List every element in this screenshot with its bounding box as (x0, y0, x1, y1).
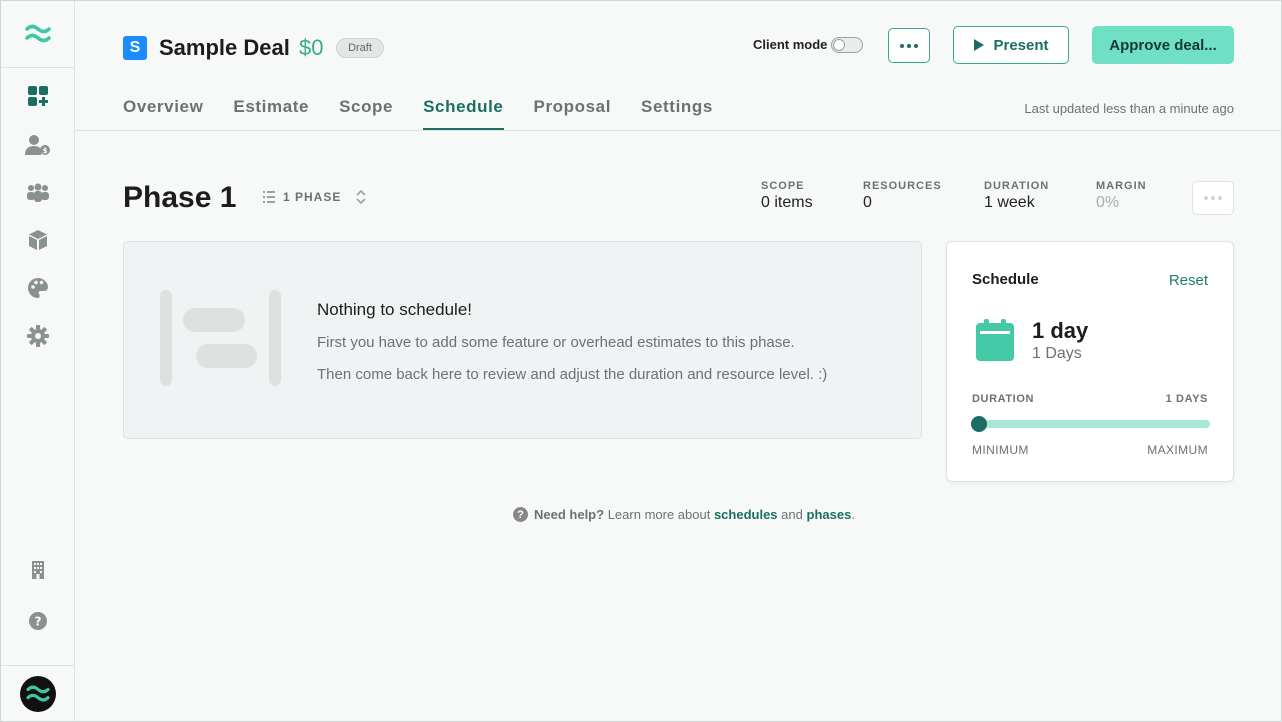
slider-max-label: MAXIMUM (1147, 443, 1208, 457)
stat-margin: MARGIN 0% (1096, 180, 1147, 212)
wave-logo-icon (24, 24, 51, 43)
schedule-title: Schedule (972, 271, 1039, 288)
stat-value: 0 items (761, 194, 813, 211)
wave-logo-icon (25, 685, 50, 701)
client-mode-label: Client mode (753, 37, 828, 52)
stat-duration: DURATION 1 week (984, 180, 1049, 212)
last-updated: Last updated less than a minute ago (1024, 101, 1234, 116)
more-options-button[interactable] (888, 28, 930, 63)
help-circle-icon: ? (513, 507, 528, 522)
stat-label: MARGIN (1096, 180, 1147, 192)
svg-text:?: ? (34, 615, 41, 629)
stat-label: RESOURCES (863, 180, 942, 192)
deal-header: S Sample Deal $0 Draft Client mode Prese… (75, 1, 1281, 131)
tab-schedule[interactable]: Schedule (423, 97, 504, 130)
calendar-icon (976, 319, 1014, 361)
empty-description: Then come back here to review and adjust… (317, 366, 828, 383)
phase-title[interactable]: Phase 1 (123, 181, 236, 215)
phase-count: 1 PHASE (283, 190, 342, 204)
toggle-knob (833, 39, 845, 51)
sidebar: $ ? (1, 1, 75, 721)
empty-schedule-card: Nothing to schedule! First you have to a… (123, 241, 922, 439)
sidebar-item-settings[interactable] (1, 322, 74, 350)
stat-resources: RESOURCES 0 (863, 180, 942, 212)
tab-settings[interactable]: Settings (641, 97, 713, 130)
sidebar-item-team[interactable] (1, 179, 74, 207)
list-icon (263, 191, 275, 203)
approve-deal-button[interactable]: Approve deal... (1092, 26, 1234, 64)
present-button[interactable]: Present (953, 26, 1069, 64)
phases-link[interactable]: phases (807, 507, 852, 522)
empty-description: First you have to add some feature or ov… (317, 334, 795, 351)
tab-proposal[interactable]: Proposal (534, 97, 612, 130)
schedule-value-sub: 1 Days (1032, 345, 1082, 362)
phase-more-button[interactable] (1192, 181, 1234, 215)
sidebar-item-deals[interactable] (1, 82, 74, 110)
duration-label: DURATION (972, 393, 1035, 405)
products-icon (28, 230, 47, 250)
avatar[interactable] (19, 675, 56, 712)
schedules-link[interactable]: schedules (714, 507, 778, 522)
help-footer: ? Need help? Learn more about schedules … (513, 507, 855, 522)
stat-value: 0 (863, 194, 872, 211)
deal-title[interactable]: Sample Deal (159, 35, 290, 61)
stat-scope: SCOPE 0 items (761, 180, 813, 212)
svg-text:$: $ (42, 147, 47, 155)
slider-min-label: MINIMUM (972, 443, 1029, 457)
duration-value: 1 DAYS (1165, 393, 1208, 405)
more-dots-icon (900, 43, 904, 48)
deal-badge: S (123, 36, 147, 60)
help-and: and (781, 507, 803, 522)
clients-icon: $ (24, 135, 50, 155)
more-dots-icon (1204, 196, 1208, 200)
stat-value: 1 week (984, 194, 1035, 211)
help-end: . (851, 507, 855, 522)
app-logo[interactable] (1, 1, 74, 68)
phase-selector[interactable]: 1 PHASE (263, 189, 367, 205)
chevron-updown-icon (356, 189, 366, 205)
sidebar-item-products[interactable] (1, 226, 74, 254)
help-prefix: Need help? (534, 507, 605, 522)
schedule-value: 1 day (1032, 318, 1089, 343)
present-label: Present (993, 36, 1049, 54)
client-mode-toggle[interactable] (831, 37, 863, 53)
status-badge: Draft (336, 38, 384, 58)
sidebar-item-company[interactable] (1, 556, 74, 584)
sidebar-item-clients[interactable]: $ (1, 131, 74, 159)
tab-scope[interactable]: Scope (339, 97, 393, 130)
duration-slider[interactable] (972, 420, 1210, 428)
sidebar-item-help[interactable]: ? (1, 607, 74, 635)
deal-amount: $0 (299, 35, 324, 60)
duration-slider-thumb[interactable] (971, 416, 987, 432)
schedule-card: Schedule Reset 1 day 1 Days DURATION 1 D… (946, 241, 1234, 482)
palette-icon (27, 278, 48, 298)
stat-label: DURATION (984, 180, 1050, 192)
team-icon (26, 183, 49, 202)
stat-label: SCOPE (761, 180, 805, 192)
play-icon (974, 39, 985, 51)
company-icon (31, 561, 44, 579)
gantt-placeholder-icon (160, 290, 281, 386)
dashboard-icon (27, 86, 48, 106)
help-text: Learn more about (607, 507, 711, 522)
reset-link[interactable]: Reset (1169, 272, 1208, 289)
tab-overview[interactable]: Overview (123, 97, 203, 130)
help-icon: ? (28, 612, 47, 630)
empty-heading: Nothing to schedule! (317, 300, 472, 319)
sidebar-item-branding[interactable] (1, 274, 74, 302)
settings-icon (26, 325, 49, 347)
deal-tabs: Overview Estimate Scope Schedule Proposa… (123, 97, 743, 130)
tab-estimate[interactable]: Estimate (233, 97, 309, 130)
stat-value: 0% (1096, 194, 1120, 211)
user-menu[interactable] (1, 665, 74, 721)
